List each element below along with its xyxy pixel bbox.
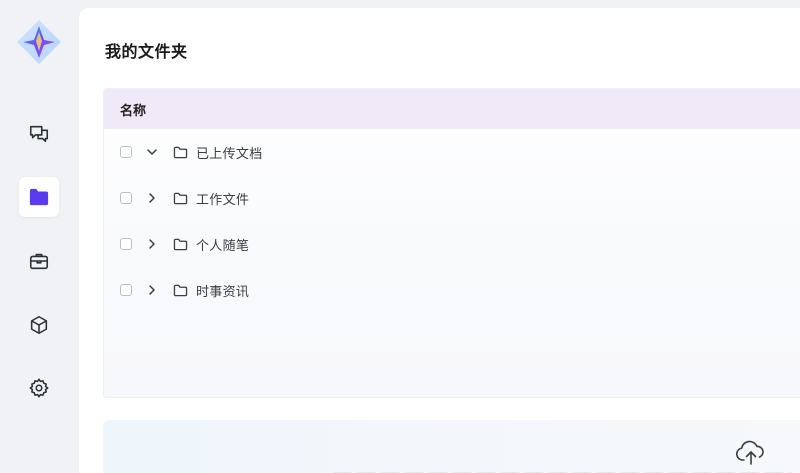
table-row-personal-notes[interactable]: 个人随笔 — [104, 224, 800, 264]
row-label: 工作文件 — [196, 192, 250, 208]
sidebar-item-settings[interactable] — [19, 368, 59, 408]
chevron-right-icon[interactable] — [144, 282, 160, 298]
main-panel: 我的文件夹 名称 已上传文档 工作文件 个人随笔 时事资讯 — [79, 8, 800, 473]
row-label: 已上传文档 — [196, 146, 263, 162]
row-checkbox[interactable] — [120, 146, 132, 158]
table-row-work-files[interactable]: 工作文件 — [104, 178, 800, 218]
folder-outline-icon — [172, 144, 188, 160]
app-logo — [15, 18, 63, 66]
row-checkbox[interactable] — [120, 238, 132, 250]
table-row-uploaded-docs[interactable]: 已上传文档 — [104, 132, 800, 172]
row-checkbox[interactable] — [120, 192, 132, 204]
folder-icon — [29, 188, 49, 206]
sidebar-item-toolbox[interactable] — [19, 241, 59, 281]
row-label: 个人随笔 — [196, 238, 250, 254]
chat-icon — [29, 125, 49, 143]
page-title: 我的文件夹 — [105, 42, 188, 61]
table-row-news[interactable]: 时事资讯 — [104, 270, 800, 310]
chevron-down-icon[interactable] — [144, 144, 160, 160]
chevron-right-icon[interactable] — [144, 236, 160, 252]
sidebar-item-cube[interactable] — [19, 305, 59, 345]
table-header-name: 名称 — [104, 89, 800, 129]
cube-icon — [30, 315, 48, 335]
folder-outline-icon — [172, 236, 188, 252]
sidebar — [0, 0, 78, 473]
cloud-upload-icon[interactable] — [735, 438, 767, 466]
folder-table: 名称 已上传文档 工作文件 个人随笔 时事资讯 — [103, 88, 800, 398]
sidebar-item-chat[interactable] — [19, 114, 59, 154]
folder-outline-icon — [172, 282, 188, 298]
folder-outline-icon — [172, 190, 188, 206]
sidebar-item-folder[interactable] — [19, 177, 59, 217]
upload-dropzone[interactable] — [103, 420, 800, 473]
gear-icon — [29, 378, 49, 398]
chevron-right-icon[interactable] — [144, 190, 160, 206]
briefcase-icon — [29, 253, 49, 270]
row-checkbox[interactable] — [120, 284, 132, 296]
app-window: 我的文件夹 名称 已上传文档 工作文件 个人随笔 时事资讯 — [0, 0, 800, 473]
row-label: 时事资讯 — [196, 284, 250, 300]
